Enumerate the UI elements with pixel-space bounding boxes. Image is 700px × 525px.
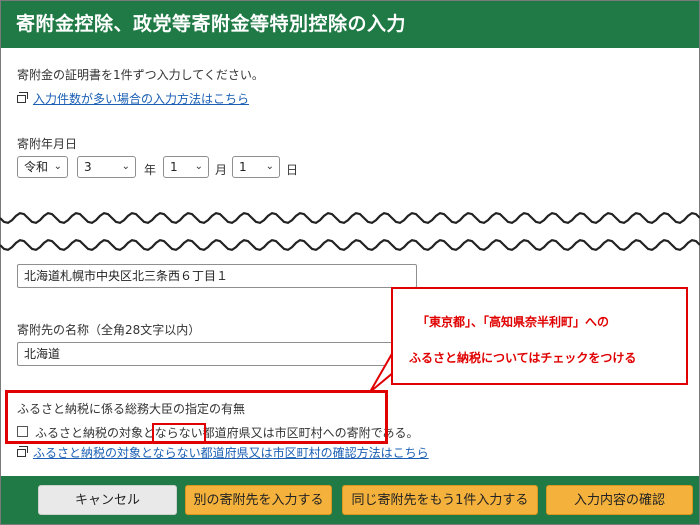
add-same-donee-button[interactable]: 同じ寄附先をもう1件入力する xyxy=(342,485,538,515)
era-select-value: 令和 xyxy=(24,160,49,174)
bulk-input-help-link[interactable]: 入力件数が多い場合の入力方法はこちら xyxy=(33,90,249,107)
chevron-down-icon: ⌄ xyxy=(194,161,203,172)
footer-bar: キャンセル 別の寄附先を入力する 同じ寄附先をもう1件入力する 入力内容の確認 xyxy=(1,476,699,524)
furusato-check-method-link[interactable]: ふるさと納税の対象とならない都道府県又は市区町村の確認方法はこちら xyxy=(33,444,429,461)
chevron-down-icon: ⌄ xyxy=(121,161,130,172)
chevron-down-icon: ⌄ xyxy=(265,161,274,172)
annotation-highlight-box xyxy=(5,390,388,444)
day-unit-label: 日 xyxy=(286,163,299,177)
donee-name-label: 寄附先の名称（全角28文字以内） xyxy=(17,323,201,337)
callout-line-2: ふるさと納税についてはチェックをつける xyxy=(409,351,637,365)
year-select[interactable]: 3 ⌄ xyxy=(77,156,136,178)
donee-name-field[interactable]: 北海道 xyxy=(17,342,417,366)
year-select-value: 3 xyxy=(84,160,92,174)
add-another-donee-button[interactable]: 別の寄附先を入力する xyxy=(185,485,332,515)
chevron-down-icon: ⌄ xyxy=(53,161,62,172)
instruction-text: 寄附金の証明書を1件ずつ入力してください。 xyxy=(17,68,264,82)
cancel-button[interactable]: キャンセル xyxy=(38,485,177,515)
address-field[interactable]: 北海道札幌市中央区北三条西６丁目１ xyxy=(17,264,417,288)
section-break-wave xyxy=(0,211,700,252)
month-select-value: 1 xyxy=(170,160,178,174)
day-select[interactable]: 1 ⌄ xyxy=(232,156,280,178)
month-unit-label: 月 xyxy=(215,163,228,177)
callout-line-1: 「東京都」、「高知県奈半利町」への xyxy=(417,315,610,329)
page-title: 寄附金控除、政党等寄附金等特別控除の入力 xyxy=(1,1,699,48)
confirm-input-button[interactable]: 入力内容の確認 xyxy=(546,485,693,515)
year-unit-label: 年 xyxy=(144,163,157,177)
month-select[interactable]: 1 ⌄ xyxy=(163,156,209,178)
day-select-value: 1 xyxy=(239,160,247,174)
external-window-icon xyxy=(17,92,28,103)
external-window-icon xyxy=(17,446,28,457)
era-select[interactable]: 令和 ⌄ xyxy=(17,156,68,178)
annotation-callout: 「東京都」、「高知県奈半利町」への ふるさと納税についてはチェックをつける xyxy=(391,287,688,385)
donation-date-label: 寄附年月日 xyxy=(17,137,78,151)
